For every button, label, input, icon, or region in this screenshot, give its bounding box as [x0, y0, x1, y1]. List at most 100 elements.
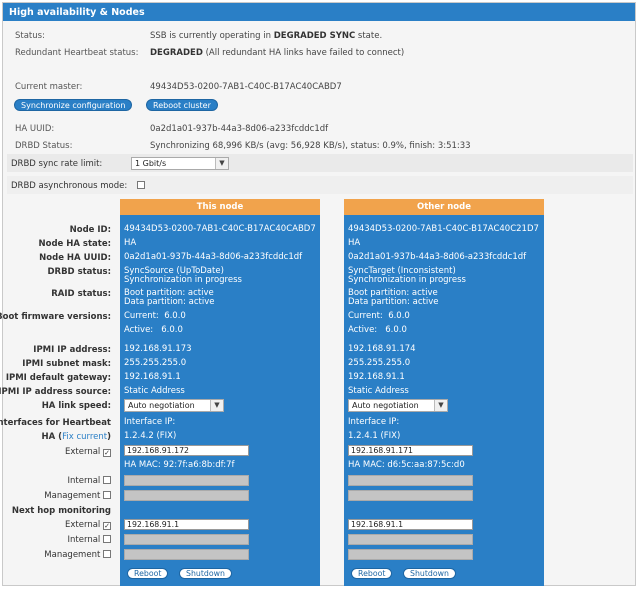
other-node-drbd-2: Synchronization in progress — [348, 275, 466, 285]
this-node-nh-external-input[interactable]: 192.168.91.1 — [124, 519, 249, 530]
this-node-title: This node — [120, 199, 320, 215]
this-node-ipmi-gw: 192.168.91.1 — [124, 372, 181, 382]
nh-external-row: External ✓ — [65, 520, 111, 530]
other-node-internal-ip-input[interactable] — [348, 475, 473, 486]
other-node-iface-ip: 1.2.4.1 (FIX) — [348, 431, 400, 442]
other-node-ipmi-mask: 255.255.255.0 — [348, 358, 411, 368]
heartbeat-value: DEGRADED (All redundant HA links have fa… — [150, 48, 404, 58]
status-state: DEGRADED SYNC — [273, 31, 356, 41]
this-node-id: 49434D53-0200-7AB1-C40C-B17AC40CABD7 — [124, 224, 316, 234]
this-node-nh-management-input[interactable] — [124, 549, 249, 560]
nh-external-label: External — [65, 520, 101, 530]
management-hb-row: Management — [44, 491, 111, 501]
ha-uuid-value: 0a2d1a01-937b-44a3-8d06-a233fcddc1df — [150, 124, 329, 134]
this-node-reboot-button[interactable]: Reboot — [127, 568, 169, 579]
other-node-id: 49434D53-0200-7AB1-C40C-B17AC40C21D7 — [348, 224, 539, 234]
this-node-column: This node 49434D53-0200-7AB1-C40C-B17AC4… — [120, 199, 320, 586]
drbd-rate-label: DRBD sync rate limit: — [11, 159, 103, 169]
fix-current-link[interactable]: Fix current — [62, 432, 107, 442]
this-node-fix-link[interactable]: (FIX) — [156, 431, 176, 441]
ha-fix-row: HA (Fix current) — [42, 432, 111, 442]
other-node-nh-internal-input[interactable] — [348, 534, 473, 545]
other-node-ha-uuid: 0a2d1a01-937b-44a3-8d06-a233fcddc1df — [348, 252, 527, 262]
other-node-iface-ip-value: 1.2.4.1 — [348, 431, 378, 441]
ipmi-ip-label: IPMI IP address: — [33, 345, 111, 355]
other-node-ha-mac: HA MAC: d6:5c:aa:87:5c:d0 — [348, 460, 465, 470]
other-node-link-speed-selected: Auto negotiation — [352, 401, 419, 410]
this-node-ipmi-ip: 192.168.91.173 — [124, 344, 192, 354]
ha-uuid-label: HA UUID: — [15, 124, 55, 134]
status-value: SSB is currently operating in DEGRADED S… — [150, 31, 382, 41]
nh-external-checkbox[interactable]: ✓ — [103, 522, 111, 530]
this-node-ha-state: HA — [124, 238, 137, 248]
this-node-internal-ip-input[interactable] — [124, 475, 249, 486]
boot-firmware-label: Boot firmware versions: — [0, 312, 111, 322]
other-node-fw-current: Current: 6.0.0 — [348, 311, 410, 321]
heartbeat-state: DEGRADED — [150, 48, 203, 58]
this-node-raid-2: Data partition: active — [124, 297, 215, 307]
drbd-rate-select[interactable]: 1 Gbit/s ▼ — [131, 157, 229, 170]
this-node-shutdown-button[interactable]: Shutdown — [179, 568, 232, 579]
this-node-fw-active: Active: 6.0.0 — [124, 325, 183, 335]
ipmi-source-label: IPMI IP address source: — [0, 387, 111, 397]
internal-hb-row: Internal — [68, 476, 111, 486]
nh-management-label: Management — [44, 550, 101, 560]
heartbeat-label: Redundant Heartbeat status: — [15, 48, 139, 58]
external-hb-label: External — [65, 447, 101, 457]
other-node-column: Other node 49434D53-0200-7AB1-C40C-B17AC… — [344, 199, 544, 586]
this-node-ha-mac: HA MAC: 92:7f:a6:8b:df:7f — [124, 460, 235, 470]
other-node-external-ip-input[interactable]: 192.168.91.171 — [348, 445, 473, 456]
current-master-value: 49434D53-0200-7AB1-C40C-B17AC40CABD7 — [150, 82, 342, 92]
drbd-async-checkbox[interactable] — [137, 181, 145, 189]
ha-link-speed-label: HA link speed: — [41, 401, 111, 411]
nh-management-checkbox[interactable] — [103, 550, 111, 558]
this-node-external-ip-input[interactable]: 192.168.91.172 — [124, 445, 249, 456]
ha-close-paren: ) — [107, 432, 111, 442]
status-prefix: SSB is currently operating in — [150, 31, 272, 41]
reboot-cluster-button[interactable]: Reboot cluster — [146, 99, 218, 111]
next-hop-label: Next hop monitoring — [11, 506, 111, 516]
other-node-shutdown-button[interactable]: Shutdown — [403, 568, 456, 579]
other-node-management-ip-input[interactable] — [348, 490, 473, 501]
node-ha-uuid-label: Node HA UUID: — [39, 253, 111, 263]
other-node-reboot-button[interactable]: Reboot — [351, 568, 393, 579]
node-ha-state-label: Node HA state: — [38, 239, 112, 249]
panel-title: High availability & Nodes — [3, 3, 635, 21]
internal-hb-checkbox[interactable] — [103, 476, 111, 484]
chevron-down-icon: ▼ — [210, 400, 223, 411]
management-hb-checkbox[interactable] — [103, 491, 111, 499]
nh-internal-checkbox[interactable] — [103, 535, 111, 543]
drbd-status-label: DRBD Status: — [15, 141, 73, 151]
nh-internal-label: Internal — [67, 535, 101, 545]
this-node-iface-ip-label: Interface IP: — [124, 417, 176, 427]
nh-internal-row: Internal — [68, 535, 111, 545]
this-node-iface-ip-value: 1.2.4.2 — [124, 431, 154, 441]
this-node-management-ip-input[interactable] — [124, 490, 249, 501]
drbd-async-label: DRBD asynchronous mode: — [11, 181, 128, 191]
other-node-nh-external-input[interactable]: 192.168.91.1 — [348, 519, 473, 530]
synchronize-configuration-button[interactable]: Synchronize configuration — [14, 99, 133, 111]
drbd-status-value: Synchronizing 68,996 KB/s (avg: 56,928 K… — [150, 141, 471, 151]
other-node-title: Other node — [344, 199, 544, 215]
other-node-ha-state: HA — [348, 238, 361, 248]
other-node-ipmi-ip: 192.168.91.174 — [348, 344, 416, 354]
heartbeat-detail: (All redundant HA links have failed to c… — [205, 48, 405, 58]
this-node-ipmi-mask: 255.255.255.0 — [124, 358, 187, 368]
external-hb-checkbox[interactable]: ✓ — [103, 449, 111, 457]
other-node-link-speed-select[interactable]: Auto negotiation ▼ — [348, 399, 448, 412]
this-node-link-speed-select[interactable]: Auto negotiation ▼ — [124, 399, 224, 412]
ha-nodes-panel: High availability & Nodes Status: SSB is… — [0, 2, 636, 586]
drbd-rate-selected: 1 Gbit/s — [135, 159, 167, 168]
management-hb-label: Management — [44, 491, 101, 501]
other-node-iface-ip-label: Interface IP: — [348, 417, 400, 427]
chevron-down-icon: ▼ — [215, 158, 228, 169]
ha-label: HA ( — [41, 432, 63, 442]
internal-hb-label: Internal — [67, 476, 101, 486]
other-node-nh-management-input[interactable] — [348, 549, 473, 560]
ipmi-gateway-label: IPMI default gateway: — [5, 373, 111, 383]
chevron-down-icon: ▼ — [434, 400, 447, 411]
raid-status-label: RAID status: — [51, 289, 111, 299]
this-node-nh-internal-input[interactable] — [124, 534, 249, 545]
other-node-fix-link[interactable]: (FIX) — [380, 431, 400, 441]
this-node-ipmi-source: Static Address — [124, 386, 185, 396]
